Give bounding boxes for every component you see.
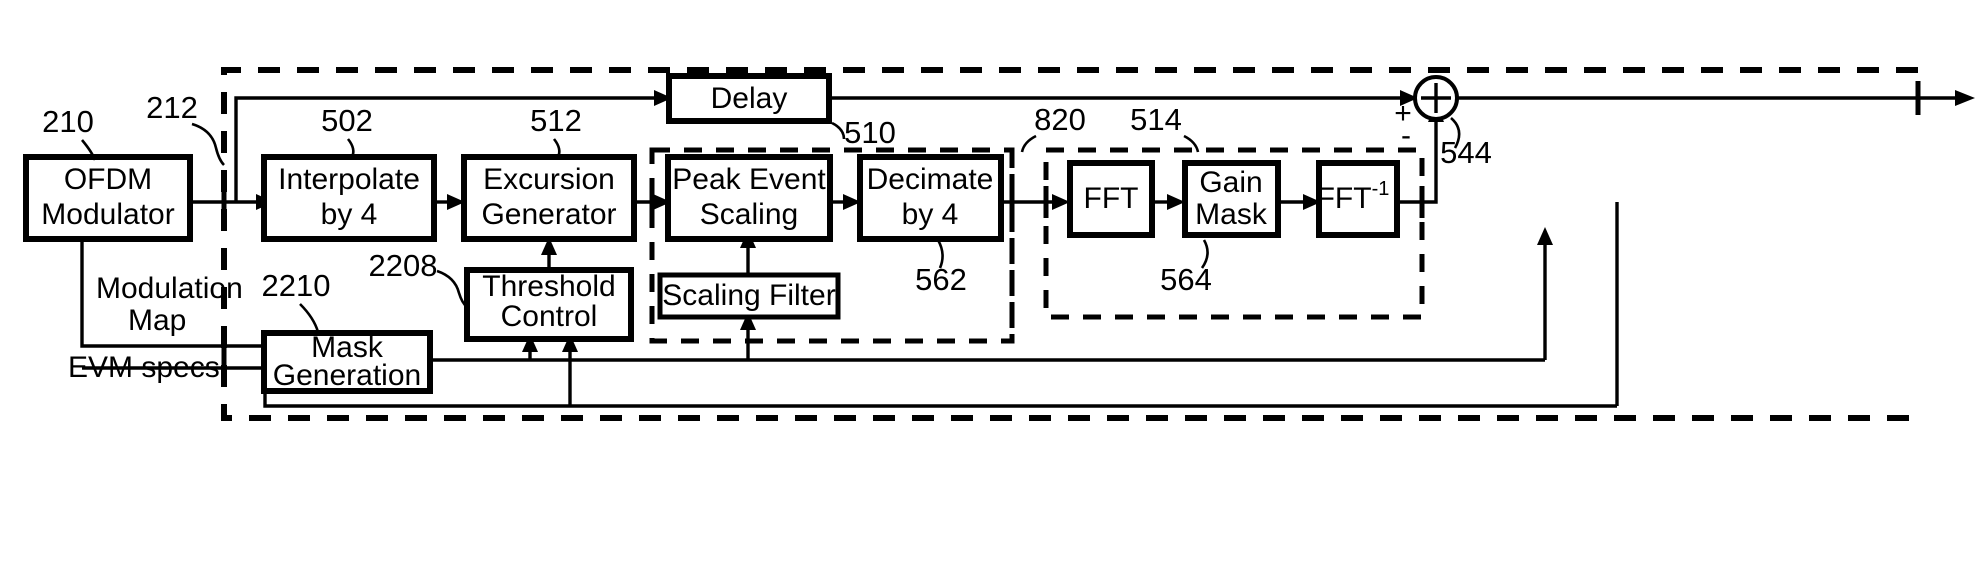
arrow-gain-ctrl-in: [1537, 227, 1553, 245]
leader-2210: [299, 303, 320, 333]
block-interpolate-label-1: Interpolate: [278, 163, 420, 196]
block-delay-label: Delay: [711, 82, 788, 115]
block-decimate-by-4[interactable]: Decimate by 4: [857, 154, 1004, 242]
signal-modulation-map-line2: Map: [128, 304, 186, 337]
block-threshold-label-2: Control: [501, 300, 598, 333]
block-delay[interactable]: Delay: [666, 73, 832, 124]
signal-evm-specs: EVM specs: [68, 351, 220, 384]
block-ofdm-label-1: OFDM: [64, 163, 152, 196]
block-decimate-label-1: Decimate: [867, 163, 994, 196]
block-ifft-label-base: FFT: [1317, 182, 1372, 215]
leader-212: [191, 122, 225, 166]
block-excursion-label-1: Excursion: [483, 163, 615, 196]
ref-544: 544: [1440, 135, 1492, 170]
block-gain-mask[interactable]: Gain Mask: [1182, 160, 1281, 238]
block-scaling-filter-label: Scaling Filter: [662, 279, 835, 312]
ref-502: 502: [321, 103, 373, 138]
leader-820: [1020, 134, 1037, 153]
leader-2208: [436, 269, 468, 309]
summer-minus-sign: -: [1401, 119, 1411, 152]
ref-510: 510: [844, 115, 896, 150]
block-scaling-filter[interactable]: Scaling Filter: [657, 272, 841, 320]
ref-512: 512: [530, 103, 582, 138]
block-inverse-fft[interactable]: FFT-1: [1316, 160, 1400, 238]
block-peak-event-scaling[interactable]: Peak Event Scaling: [665, 154, 833, 242]
ref-820: 820: [1034, 102, 1086, 137]
ref-564: 564: [1160, 262, 1212, 297]
block-excursion-label-2: Generator: [481, 198, 616, 231]
block-peak-label-1: Peak Event: [672, 163, 826, 196]
block-gain-label-1: Gain: [1199, 166, 1262, 199]
block-fft-label: FFT: [1084, 182, 1139, 215]
block-gain-label-2: Mask: [1195, 198, 1268, 231]
block-threshold-control[interactable]: Threshold Control: [464, 267, 634, 342]
block-interpolate-by-4[interactable]: Interpolate by 4: [261, 154, 437, 242]
block-decimate-label-2: by 4: [902, 198, 959, 231]
ref-2208: 2208: [369, 248, 438, 283]
ref-212: 212: [146, 90, 198, 125]
ref-514: 514: [1130, 102, 1182, 137]
summing-junction[interactable]: [1413, 75, 1459, 121]
block-ofdm-modulator[interactable]: OFDM Modulator: [23, 154, 193, 242]
block-diagram: OFDM Modulator Interpolate by 4 Excursio…: [0, 0, 1986, 564]
wire-bus-lower: [263, 368, 1617, 408]
block-fft[interactable]: FFT: [1067, 160, 1155, 238]
block-excursion-generator[interactable]: Excursion Generator: [461, 154, 637, 242]
block-ofdm-label-2: Modulator: [41, 198, 174, 231]
block-mask-label-2: Generation: [273, 359, 421, 392]
block-peak-label-2: Scaling: [700, 198, 798, 231]
signal-modulation-map-line1: Modulation: [96, 272, 243, 305]
block-ifft-label-sup: -1: [1372, 178, 1390, 200]
ref-2210: 2210: [262, 268, 331, 303]
block-threshold-label-1: Threshold: [482, 270, 615, 303]
arrow-output: [1955, 90, 1975, 106]
block-mask-generation[interactable]: Mask Generation: [261, 330, 433, 394]
leader-510: [831, 121, 846, 140]
ref-210: 210: [42, 104, 94, 139]
block-interpolate-label-2: by 4: [321, 198, 378, 231]
